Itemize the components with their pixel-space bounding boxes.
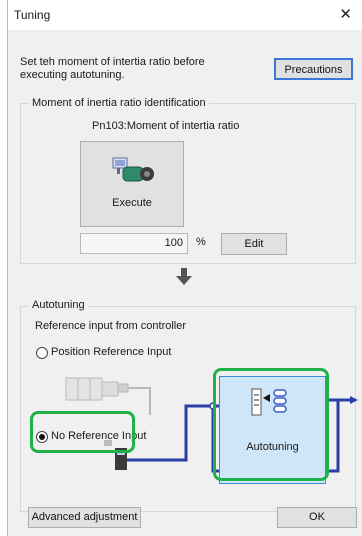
position-reference-label[interactable]: Position Reference Input: [51, 346, 171, 358]
title-bar: Tuning ✕: [8, 0, 362, 30]
advanced-adjustment-button[interactable]: Advanced adjustment: [28, 507, 141, 528]
edit-button[interactable]: Edit: [221, 233, 287, 255]
moment-group-legend: Moment of inertia ratio identification: [29, 97, 209, 109]
precautions-button[interactable]: Precautions: [274, 58, 353, 80]
ok-button[interactable]: OK: [277, 507, 357, 528]
execute-label: Execute: [112, 197, 152, 209]
reference-input-subtitle: Reference input from controller: [35, 320, 187, 332]
dialog-title: Tuning: [14, 8, 51, 22]
no-reference-highlight: [30, 411, 135, 453]
execute-button[interactable]: Execute: [80, 141, 184, 227]
autotuning-highlight: [213, 368, 329, 481]
position-reference-radio[interactable]: [36, 347, 48, 359]
percent-unit: %: [196, 236, 206, 248]
intro-text: Set teh moment of intertia ratio before …: [20, 56, 205, 81]
inertia-ratio-field: 100: [80, 233, 188, 254]
motor-execute-icon: [112, 157, 154, 182]
tuning-dialog: Tuning ✕ Set teh moment of intertia rati…: [7, 0, 362, 536]
down-arrow-icon: [176, 268, 192, 285]
param-label: Pn103:Moment of intertia ratio: [92, 120, 240, 132]
close-icon[interactable]: ✕: [339, 5, 352, 23]
autotuning-group-legend: Autotuning: [29, 299, 88, 311]
